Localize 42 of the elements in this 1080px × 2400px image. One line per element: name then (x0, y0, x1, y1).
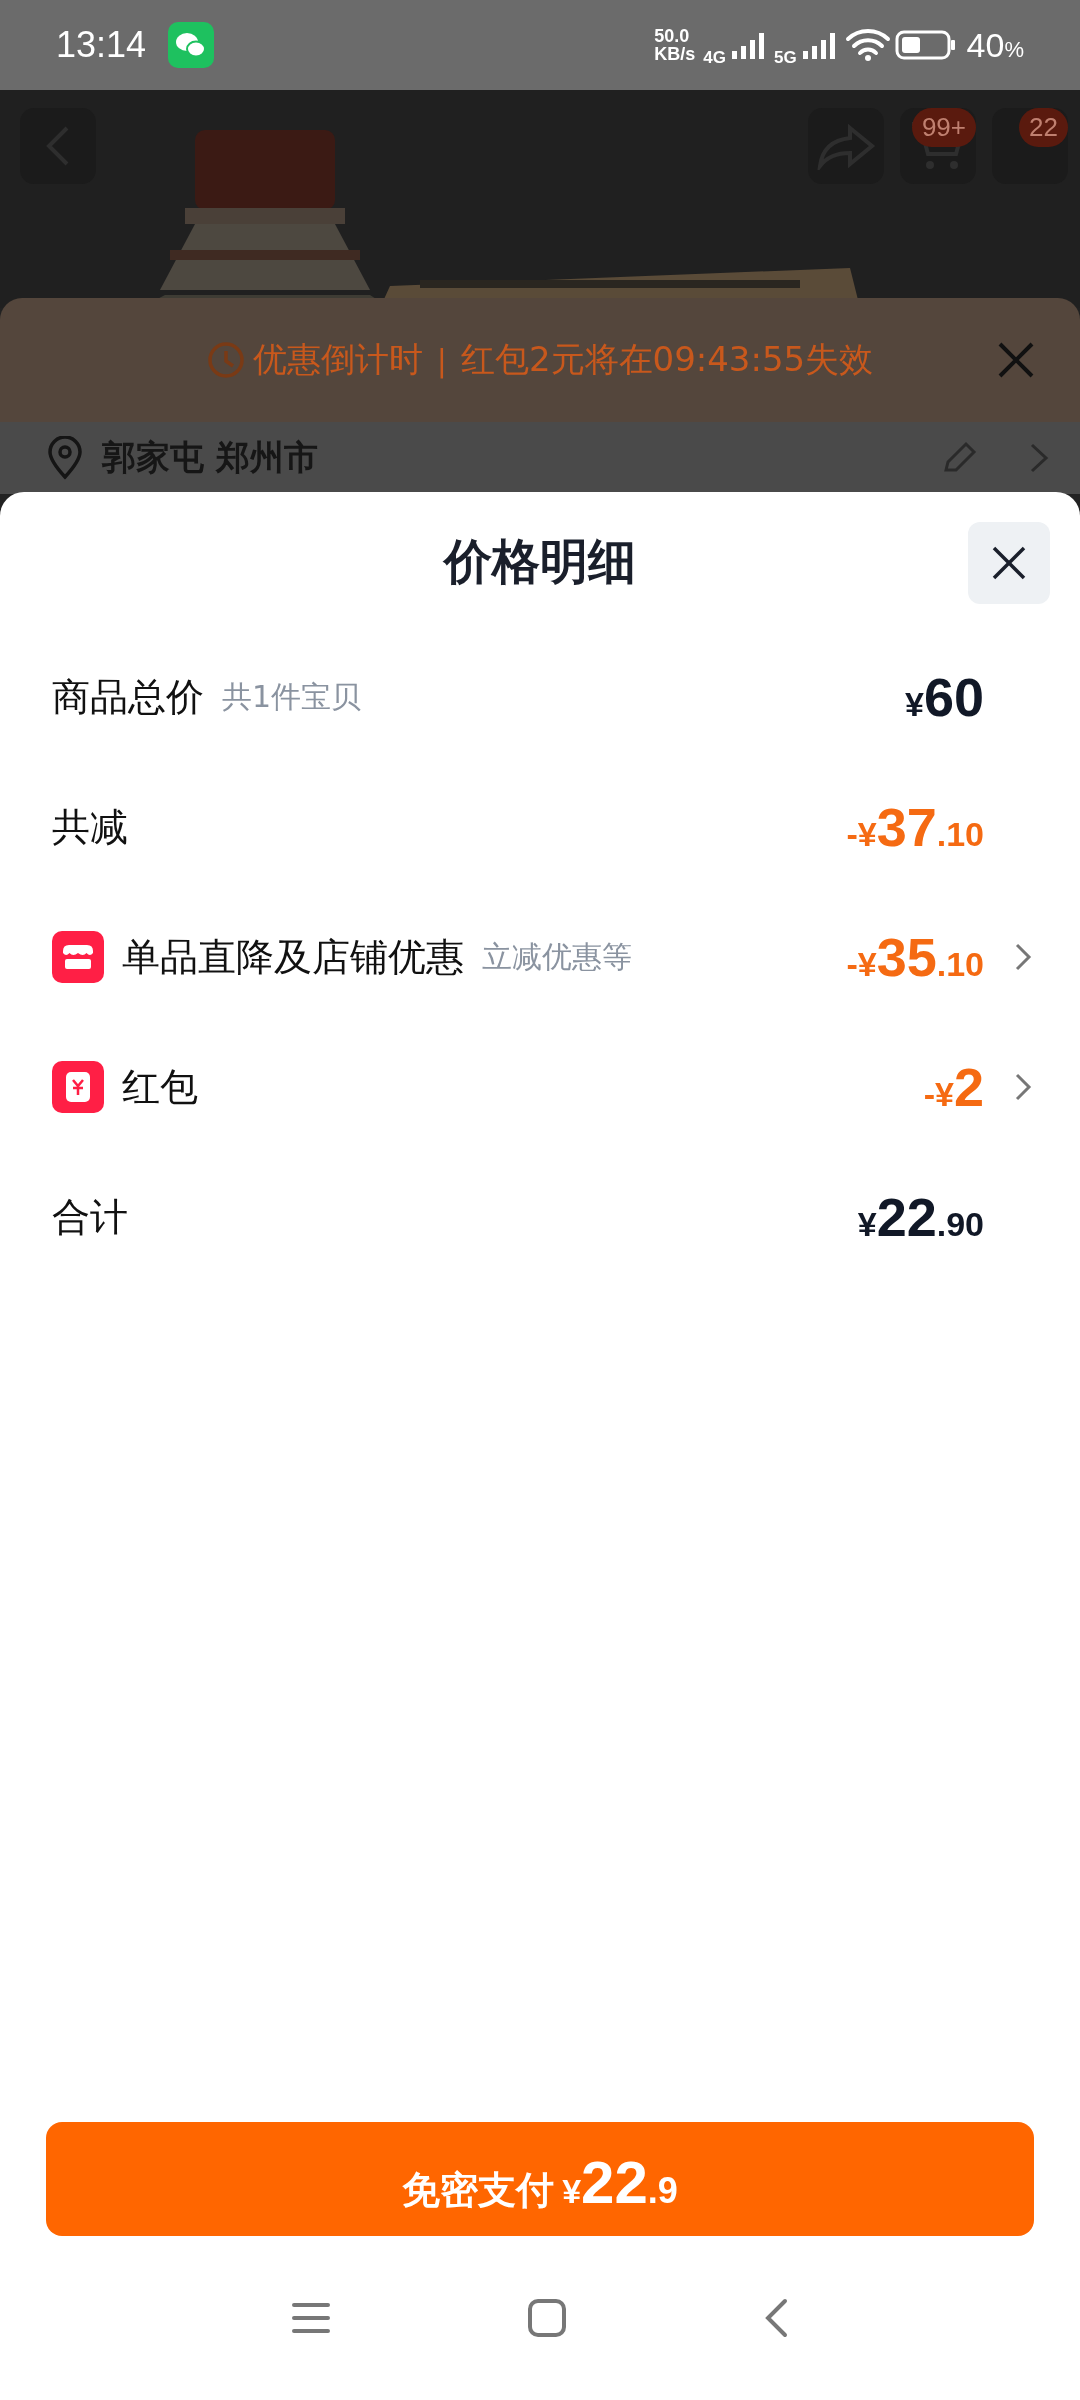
row-label: 合计 (52, 1193, 128, 1241)
row-amount: ¥22.90 (857, 1186, 984, 1248)
row-amount: -¥35.10 (846, 926, 984, 988)
cart-badge: 99+ (911, 108, 976, 147)
chevron-right-icon[interactable] (1014, 942, 1032, 972)
network-type: 5G (773, 48, 797, 68)
network-speed: 50.0 (654, 27, 691, 45)
close-icon (991, 545, 1027, 581)
close-icon (996, 340, 1036, 380)
row-label: 商品总价 (52, 673, 204, 721)
row-note: 立减优惠等 (482, 937, 632, 976)
back-icon[interactable] (763, 2298, 789, 2338)
sheet-title: 价格明细 (444, 532, 636, 591)
message-badge: 22 (1019, 108, 1068, 147)
speed-unit: KB/s (654, 45, 696, 63)
coupon-icon (52, 1061, 104, 1113)
row-label: 共减 (52, 803, 128, 851)
row-label: 红包 (122, 1063, 198, 1111)
close-button[interactable] (968, 522, 1050, 604)
chevron-right-icon[interactable] (1014, 1072, 1032, 1102)
status-time: 13:14 (56, 24, 147, 66)
countdown-label: 优惠倒计时 (252, 338, 423, 381)
chat-app-icon (168, 22, 215, 68)
row-amount: ¥60 (905, 666, 984, 728)
message-button[interactable]: 22 (992, 108, 1068, 184)
battery-level: 40% (966, 25, 1024, 65)
row-amount: -¥2 (923, 1056, 984, 1118)
network-type: 4G (703, 48, 726, 68)
store-icon (52, 931, 104, 983)
wifi-icon (844, 27, 891, 63)
countdown-text: 红包2元将在09:43:55失效 (460, 338, 874, 381)
home-icon[interactable] (527, 2298, 567, 2338)
location-pin-icon (46, 436, 84, 480)
menu-icon[interactable] (291, 2301, 331, 2335)
row-label: 单品直降及店铺优惠 (122, 933, 464, 981)
row-amount: -¥37.10 (846, 796, 984, 858)
pay-button[interactable]: 免密支付 ¥22.9 (46, 2122, 1034, 2236)
clock-icon (206, 341, 245, 379)
row-note: 共1件宝贝 (222, 677, 362, 716)
battery-icon (894, 29, 957, 61)
cart-button[interactable]: 99+ (900, 108, 976, 184)
separator: | (436, 342, 447, 378)
